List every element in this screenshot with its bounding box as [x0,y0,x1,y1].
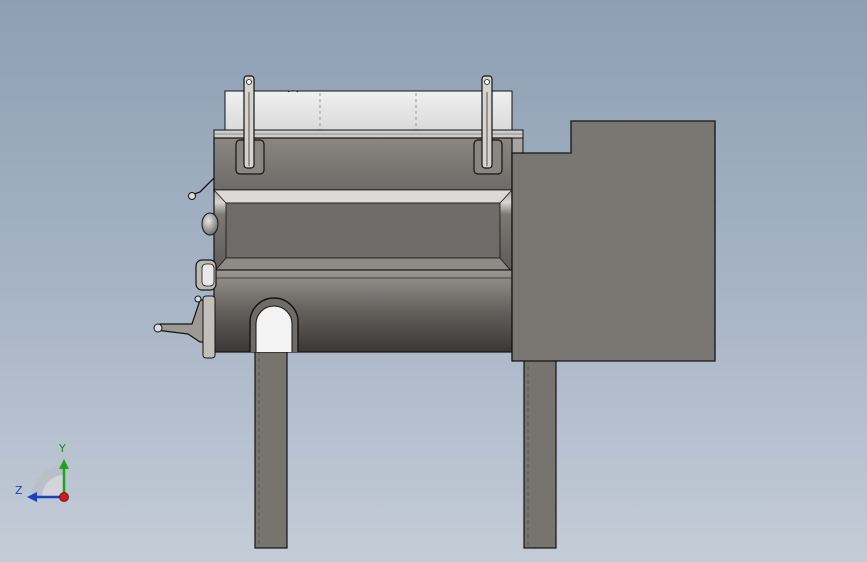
axis-z-label: Z [15,484,23,497]
side-panel [213,189,513,273]
motor-housing [511,120,716,362]
bearing-housing [195,259,217,291]
top-cover [224,90,513,134]
mixing-drum [213,269,513,353]
left-leg [254,323,288,549]
lever-arm [188,177,215,200]
axis-triad [27,459,69,502]
mixer-model-drawing[interactable] [0,0,867,562]
x-axis-origin-dot [59,492,69,502]
sight-knob [201,212,219,236]
right-leg [523,359,557,549]
cad-viewport[interactable]: Y Z [0,0,867,562]
axis-y-label: Y [59,442,66,455]
discharge-lever [153,295,216,359]
